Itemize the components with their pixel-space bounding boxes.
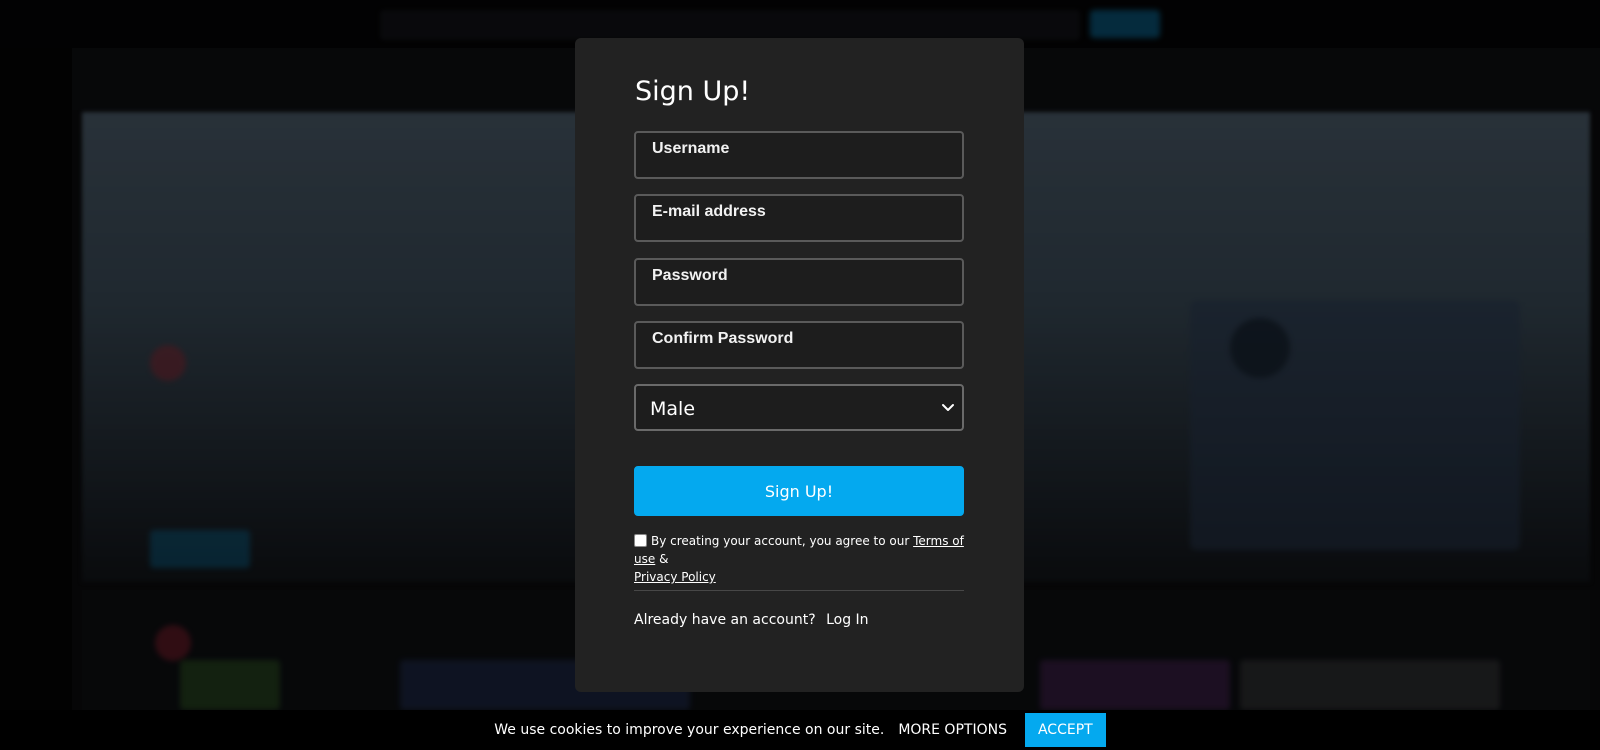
signup-modal: Sign Up! Male Sign Up! By creating your … xyxy=(575,38,1024,692)
signup-button[interactable]: Sign Up! xyxy=(634,466,964,516)
privacy-policy-link[interactable]: Privacy Policy xyxy=(634,570,716,584)
cookie-message: We use cookies to improve your experienc… xyxy=(494,722,885,738)
username-input[interactable] xyxy=(634,131,964,179)
terms-text: By creating your account, you agree to o… xyxy=(651,534,910,548)
gender-select-value: Male xyxy=(650,398,696,420)
email-input[interactable] xyxy=(634,194,964,242)
terms-agreement: By creating your account, you agree to o… xyxy=(634,532,974,586)
cookie-more-options-button[interactable]: MORE OPTIONS xyxy=(898,722,1007,738)
gender-select[interactable]: Male xyxy=(634,384,964,431)
password-input[interactable] xyxy=(634,258,964,306)
divider xyxy=(634,590,964,591)
modal-title: Sign Up! xyxy=(635,76,751,107)
cookie-bar: We use cookies to improve your experienc… xyxy=(0,710,1600,750)
login-prompt: Already have an account? xyxy=(634,612,816,628)
cookie-accept-button[interactable]: ACCEPT xyxy=(1024,713,1106,747)
chevron-down-icon xyxy=(940,399,956,415)
login-prompt-row: Already have an account? Log In xyxy=(634,612,869,628)
confirm-password-input[interactable] xyxy=(634,321,964,369)
terms-and: & xyxy=(659,552,669,566)
terms-checkbox[interactable] xyxy=(634,534,647,547)
login-link[interactable]: Log In xyxy=(826,612,868,628)
